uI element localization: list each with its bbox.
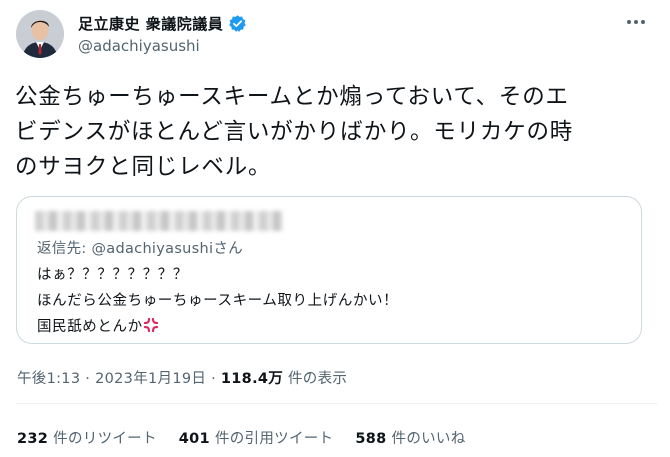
more-dots-icon[interactable] bbox=[624, 10, 648, 39]
retweets-count: 232 bbox=[17, 431, 49, 447]
tweet-text-line: 公金ちゅーちゅースキームとか煽っておいて、そのエ bbox=[15, 84, 569, 110]
reply-to-label: 返信先: bbox=[37, 241, 92, 257]
avatar[interactable] bbox=[16, 10, 64, 58]
quotes-count: 401 bbox=[178, 431, 210, 447]
reply-to-suffix: さん bbox=[213, 241, 243, 257]
anger-symbol-icon bbox=[143, 317, 159, 333]
retweets-stat[interactable]: 232 件のリツイート bbox=[17, 427, 157, 448]
tweet-meta: 午後1:13 · 2023年1月19日 · 118.4万 件の表示 bbox=[17, 367, 347, 388]
quoted-text-line-last: 国民舐めとんか bbox=[37, 315, 159, 336]
retweets-label: 件のリツイート bbox=[53, 431, 157, 447]
person-avatar-icon bbox=[16, 10, 64, 58]
quoted-text-line: ほんだら公金ちゅーちゅースキーム取り上げんかい！ bbox=[37, 293, 399, 309]
likes-label: 件のいいね bbox=[391, 431, 466, 447]
author-handle[interactable]: @adachiyasushi bbox=[78, 37, 200, 55]
quoted-tweet[interactable]: 返信先: @adachiyasushiさん はぁ？？？？？？？？ ほんだら公金ち… bbox=[16, 196, 642, 344]
author-display-name[interactable]: 足立康史 衆議院議員 bbox=[78, 13, 223, 34]
divider bbox=[16, 403, 658, 404]
blurred-author-name bbox=[35, 211, 283, 231]
tweet-text: 公金ちゅーちゅースキームとか煽っておいて、そのエ ビデンスがほとんど言いがかりば… bbox=[15, 80, 655, 185]
views-label: 件の表示 bbox=[283, 371, 348, 387]
likes-stat[interactable]: 588 件のいいね bbox=[355, 427, 465, 448]
quoted-text-line: はぁ？？？？？？？？ bbox=[37, 267, 188, 283]
tweet-text-line: ビデンスがほとんど言いがかりばかり。モリカケの時 bbox=[15, 119, 574, 145]
reply-to-line: 返信先: @adachiyasushiさん bbox=[37, 237, 243, 258]
quoted-text: 国民舐めとんか bbox=[37, 319, 143, 335]
reply-to-handle[interactable]: @adachiyasushi bbox=[92, 241, 214, 257]
likes-count: 588 bbox=[355, 431, 387, 447]
verified-badge-icon bbox=[228, 14, 247, 33]
views-count: 118.4万 bbox=[220, 371, 284, 387]
tweet-timestamp[interactable]: 午後1:13 · 2023年1月19日 · bbox=[17, 371, 221, 387]
tweet-text-line: のサヨクと同じレベル。 bbox=[15, 154, 272, 180]
quotes-label: 件の引用ツイート bbox=[214, 431, 334, 447]
quotes-stat[interactable]: 401 件の引用ツイート bbox=[179, 427, 334, 448]
author-name-line[interactable]: 足立康史 衆議院議員 bbox=[78, 13, 247, 34]
engagement-stats: 232 件のリツイート 401 件の引用ツイート 588 件のいいね bbox=[17, 427, 466, 448]
